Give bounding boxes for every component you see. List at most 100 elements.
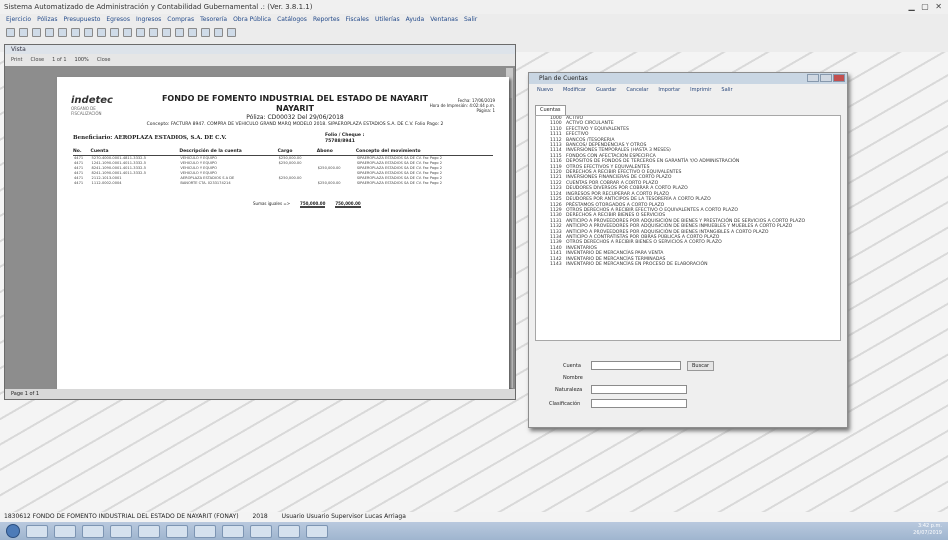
plan-toolbar-button[interactable]: Guardar xyxy=(596,87,616,93)
taskbar-app[interactable] xyxy=(222,524,244,538)
close-window-button[interactable] xyxy=(833,74,845,82)
taskbar-app[interactable] xyxy=(306,524,328,538)
nombre-label: Nombre xyxy=(563,375,583,381)
viewer-title: Vista xyxy=(5,45,515,54)
account-name: DERECHOS A RECIBIR BIENES O SERVICIOS xyxy=(566,213,666,219)
account-name: ACTIVO CIRCULANTE xyxy=(566,121,614,127)
close-button[interactable]: Close xyxy=(31,57,45,63)
toolbar-icon[interactable] xyxy=(227,28,236,37)
close-preview-button[interactable]: Close xyxy=(97,57,111,63)
menu-item[interactable]: Obra Pública xyxy=(233,14,271,26)
menu-item[interactable]: Catálogos xyxy=(277,14,307,26)
menu-item[interactable]: Presupuesto xyxy=(63,14,100,26)
taskbar-app[interactable] xyxy=(278,524,300,538)
cuenta-input[interactable] xyxy=(591,361,681,370)
plan-de-cuentas-window: Plan de Cuentas Nuevo Modificar Guardar Can… xyxy=(528,72,848,428)
toolbar-icon[interactable] xyxy=(19,28,28,37)
fiscal-year: 2018 xyxy=(252,513,268,520)
menu-item[interactable]: Tesorería xyxy=(200,14,227,26)
sums-label: Sumas iguales => xyxy=(253,201,291,206)
taskbar-app[interactable] xyxy=(194,524,216,538)
naturaleza-select[interactable] xyxy=(591,385,687,394)
print-button[interactable]: Print xyxy=(11,57,23,63)
account-name: ANTICIPO A PROVEEDORES POR ADQUISICIÓN D… xyxy=(566,218,806,224)
account-name: INVENTARIO DE MERCANCÍAS PARA VENTA xyxy=(566,251,664,257)
toolbar-icon[interactable] xyxy=(6,28,15,37)
menu-item[interactable]: Ingresos xyxy=(136,14,161,26)
report-poliza: Póliza: CD00032 Del 29/06/2018 xyxy=(246,114,344,121)
plan-toolbar-button[interactable]: Modificar xyxy=(563,87,586,93)
menu-item[interactable]: Egresos xyxy=(106,14,130,26)
menu-item[interactable]: Salir xyxy=(464,14,477,26)
zoom-select[interactable]: 100% xyxy=(75,57,89,63)
logo-sub-2: FISCALIZACIÓN xyxy=(71,111,102,116)
maximize-button[interactable] xyxy=(820,74,832,82)
toolbar-icon[interactable] xyxy=(97,28,106,37)
clock-time: 3:42 p.m. xyxy=(917,523,942,529)
entity-name: 1830612 FONDO DE FOMENTO INDUSTRIAL DEL … xyxy=(4,513,239,520)
folio-value: 75788/8941 xyxy=(325,139,355,144)
viewer-status: Page 1 of 1 xyxy=(5,389,515,399)
report-header: FONDO DE FOMENTO INDUSTRIAL DEL ESTADO D… xyxy=(145,94,445,128)
toolbar-icon[interactable] xyxy=(136,28,145,37)
account-name: DEPÓSITOS DE FONDOS DE TERCEROS EN GARAN… xyxy=(566,159,740,165)
toolbar-icon[interactable] xyxy=(175,28,184,37)
taskbar-app[interactable] xyxy=(166,524,188,538)
plan-toolbar-button[interactable]: Importar xyxy=(658,87,680,93)
toolbar-icon[interactable] xyxy=(162,28,171,37)
plan-toolbar-button[interactable]: Cancelar xyxy=(626,87,648,93)
menu-item[interactable]: Reportes xyxy=(313,14,340,26)
toolbar-icon[interactable] xyxy=(110,28,119,37)
account-item[interactable]: 1143 INVENTARIO DE MERCANCÍAS EN PROCESO … xyxy=(536,262,840,267)
taskbar-app[interactable] xyxy=(54,524,76,538)
viewer-toolbar: Print Close 1 of 1 100% Close xyxy=(5,54,515,66)
taskbar-app[interactable] xyxy=(26,524,48,538)
menu-item[interactable]: Compras xyxy=(167,14,194,26)
toolbar-icon[interactable] xyxy=(58,28,67,37)
plan-toolbar-button[interactable]: Nuevo xyxy=(537,87,553,93)
toolbar-icon[interactable] xyxy=(45,28,54,37)
tab-cuentas[interactable]: Cuentas xyxy=(535,105,566,115)
clasificacion-select[interactable] xyxy=(591,399,687,408)
toolbar-icon[interactable] xyxy=(201,28,210,37)
system-clock[interactable]: 3:42 p.m. 26/07/2019 xyxy=(913,523,942,537)
toolbar-icon[interactable] xyxy=(123,28,132,37)
menu-item[interactable]: Utilerías xyxy=(375,14,400,26)
desktop: Sistema Automatizado de Administración y… xyxy=(0,0,948,540)
taskbar-app[interactable] xyxy=(138,524,160,538)
taskbar: 3:42 p.m. 26/07/2019 xyxy=(0,522,948,540)
taskbar-app[interactable] xyxy=(250,524,272,538)
toolbar-icon[interactable] xyxy=(188,28,197,37)
page-indicator: 1 of 1 xyxy=(52,57,67,63)
window-controls[interactable]: ▁ ▢ ✕ xyxy=(909,0,945,14)
table-cell: 4471 xyxy=(74,181,84,185)
account-name: DEUDORES POR ANTICIPOS DE LA TESORERÍA A… xyxy=(566,197,711,203)
pagina-value: 1 xyxy=(492,108,495,113)
menu-item[interactable]: Fiscales xyxy=(346,14,369,26)
taskbar-app[interactable] xyxy=(82,524,104,538)
plan-toolbar-button[interactable]: Imprimir xyxy=(690,87,711,93)
pagina-label: Página: xyxy=(476,108,492,113)
menu-item[interactable]: Pólizas xyxy=(37,14,57,26)
menu-item[interactable]: Ayuda xyxy=(406,14,425,26)
taskbar-app[interactable] xyxy=(110,524,132,538)
toolbar-icon[interactable] xyxy=(149,28,158,37)
beneficiario-label: Beneficiario: xyxy=(73,135,113,141)
plan-toolbar-button[interactable]: Salir xyxy=(721,87,732,93)
menu-item[interactable]: Ventanas xyxy=(430,14,458,26)
minimize-button[interactable] xyxy=(807,74,819,82)
toolbar-icon[interactable] xyxy=(214,28,223,37)
account-name: INVERSIONES FINANCIERAS DE CORTO PLAZO xyxy=(566,175,672,181)
account-tree[interactable]: 1000 ACTIVO 1100 ACTIVO CIRCULANTE 1110 EFECT… xyxy=(535,115,841,341)
folio-block: Folio / Cheque : 75788/8941 xyxy=(325,133,364,145)
buscar-button[interactable]: Buscar xyxy=(687,361,715,371)
start-button[interactable] xyxy=(6,524,20,538)
menu-item[interactable]: Ejercicio xyxy=(6,14,31,26)
account-name: BANCOS /TESORERIA xyxy=(566,137,615,143)
table-cell xyxy=(278,181,317,186)
table-row: 4471 1112-0002-0004 BANORTE CTA. 023317421… xyxy=(73,181,493,186)
account-name: INGRESOS POR RECUPERAR A CORTO PLAZO xyxy=(566,191,670,197)
toolbar-icon[interactable] xyxy=(32,28,41,37)
toolbar-icon[interactable] xyxy=(84,28,93,37)
toolbar-icon[interactable] xyxy=(71,28,80,37)
